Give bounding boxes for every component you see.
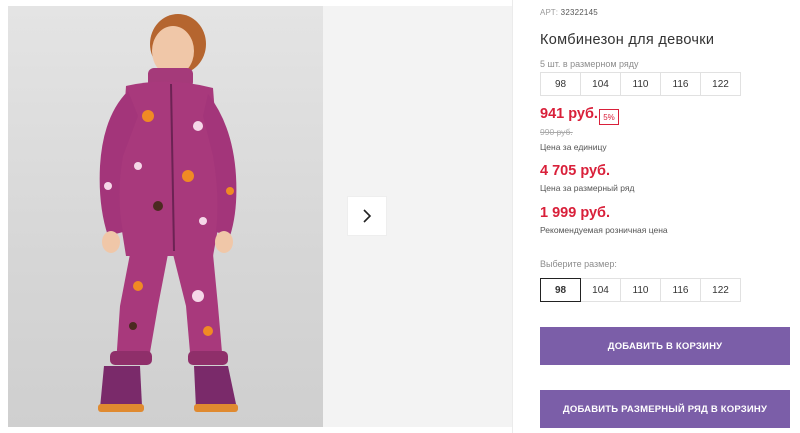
size-row-item: 104: [580, 72, 621, 96]
size-row-item: 110: [620, 72, 661, 96]
size-row-caption: 5 шт. в размерном ряду: [540, 59, 639, 69]
size-selector: 98 104 110 116 122: [540, 278, 741, 302]
chevron-right-icon: [363, 209, 372, 223]
retail-price: 1 999 руб.: [540, 205, 611, 221]
product-title: Комбинезон для девочки: [540, 32, 715, 48]
size-option-122[interactable]: 122: [700, 278, 741, 302]
discount-badge: 5%: [599, 109, 619, 125]
size-option-110[interactable]: 110: [620, 278, 661, 302]
size-row-item: 98: [540, 72, 581, 96]
size-option-116[interactable]: 116: [660, 278, 701, 302]
add-size-row-to-cart-button[interactable]: ДОБАВИТЬ РАЗМЕРНЫЙ РЯД В КОРЗИНУ: [540, 390, 790, 428]
size-option-98[interactable]: 98: [540, 278, 581, 302]
product-photo[interactable]: [8, 6, 323, 427]
size-row-list: 98 104 110 116 122: [540, 72, 741, 96]
size-option-104[interactable]: 104: [580, 278, 621, 302]
article-value: 32322145: [560, 8, 598, 17]
old-price: 990 руб.: [540, 127, 573, 137]
size-row-price: 4 705 руб.: [540, 163, 611, 179]
retail-price-caption: Рекомендуемая розничная цена: [540, 225, 668, 235]
size-row-price-caption: Цена за размерный ряд: [540, 183, 635, 193]
unit-price: 941 руб.: [540, 106, 598, 122]
size-row-item: 116: [660, 72, 701, 96]
product-gallery: [0, 0, 512, 433]
next-image-button[interactable]: [348, 197, 386, 235]
article-number: АРТ: 32322145: [540, 8, 598, 17]
size-row-item: 122: [700, 72, 741, 96]
add-to-cart-button[interactable]: ДОБАВИТЬ В КОРЗИНУ: [540, 327, 790, 365]
article-label: АРТ:: [540, 8, 559, 17]
choose-size-label: Выберите размер:: [540, 259, 617, 269]
unit-price-caption: Цена за единицу: [540, 142, 607, 152]
child-in-jumpsuit-image: [98, 14, 238, 412]
column-divider: [512, 0, 513, 433]
